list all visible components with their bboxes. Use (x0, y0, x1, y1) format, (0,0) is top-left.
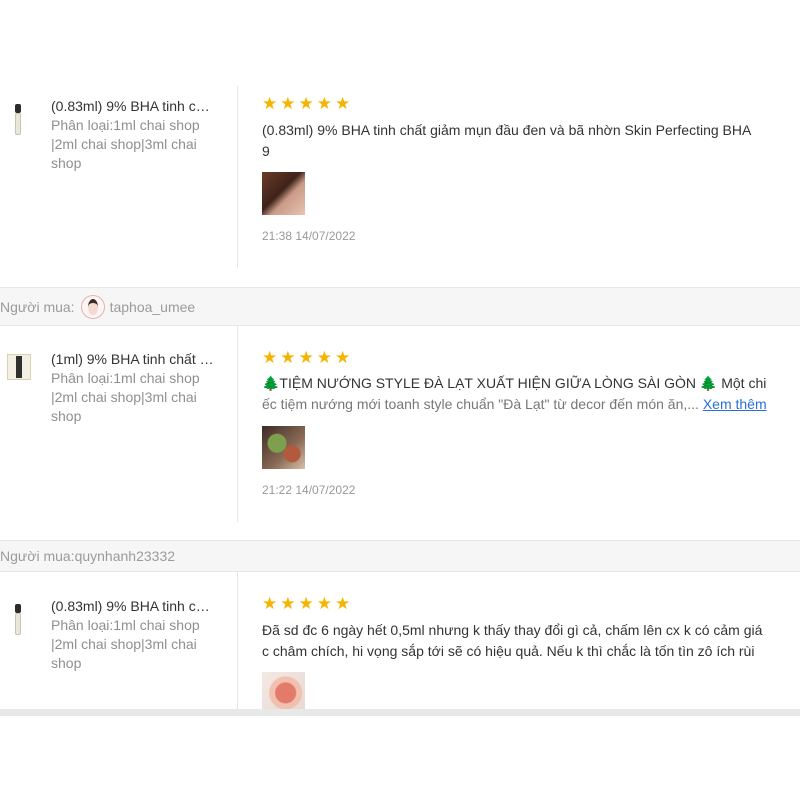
product-variant: Phân loại:1ml chai shop |2ml chai shop|3… (51, 617, 200, 671)
product-info[interactable]: (0.83ml) 9% BHA tinh chất giảm mụn Phân … (51, 597, 221, 673)
buyer-name[interactable]: taphoa_umee (110, 299, 196, 315)
comment-line: Đã sd đc 6 ngày hết 0,5ml nhưng k thấy t… (262, 622, 763, 638)
review-photo[interactable] (262, 426, 305, 469)
review-comment: Đã sd đc 6 ngày hết 0,5ml nhưng k thấy t… (262, 620, 800, 662)
rating-stars: ★★★★★ (262, 94, 354, 113)
comment-line: ếc tiệm nướng mới toanh style chuẩn "Đà … (262, 396, 699, 412)
comment-line: c châm chích, hi vọng sắp tới sẽ có hiệu… (262, 643, 755, 659)
review-timestamp: 21:22 14/07/2022 (262, 483, 356, 497)
product-name: (1ml) 9% BHA tinh chất giảm mụn (51, 351, 216, 367)
product-variant: Phân loại:1ml chai shop |2ml chai shop|3… (51, 370, 200, 424)
avatar[interactable] (80, 295, 105, 319)
see-more-link[interactable]: Xem thêm (703, 396, 767, 412)
product-variant: Phân loại:1ml chai shop |2ml chai shop|3… (51, 117, 200, 171)
rating-stars: ★★★★★ (262, 348, 354, 367)
product-info[interactable]: (0.83ml) 9% BHA tinh chất giảm mụn đầu đ… (51, 97, 221, 173)
bottom-divider (0, 709, 800, 716)
buyer-label: Người mua: (0, 299, 75, 315)
buyer-name[interactable]: quynhanh23332 (75, 548, 175, 564)
review-timestamp: 21:38 14/07/2022 (262, 229, 356, 243)
review-comment: 🌲TIỆM NƯỚNG STYLE ĐÀ LẠT XUẤT HIỆN GIỮA … (262, 373, 800, 415)
product-name: (0.83ml) 9% BHA tinh chất giảm mụn (51, 598, 216, 614)
review-comment: (0.83ml) 9% BHA tinh chất giảm mụn đầu đ… (262, 120, 800, 162)
review-card: (1ml) 9% BHA tinh chất giảm mụn Phân loạ… (0, 325, 800, 522)
buyer-label: Người mua: (0, 548, 75, 564)
comment-line: 🌲TIỆM NƯỚNG STYLE ĐÀ LẠT XUẤT HIỆN GIỮA … (262, 375, 767, 391)
rating-stars: ★★★★★ (262, 594, 354, 613)
product-thumbnail[interactable] (4, 604, 32, 644)
buyer-bar: Người mua: taphoa_umee (0, 287, 800, 326)
buyer-bar: Người mua: quynhanh23332 (0, 540, 800, 571)
comment-line: (0.83ml) 9% BHA tinh chất giảm mụn đầu đ… (262, 122, 752, 138)
review-photo[interactable] (262, 172, 305, 215)
product-thumbnail[interactable] (4, 346, 34, 386)
review-card: (0.83ml) 9% BHA tinh chất giảm mụn đầu đ… (0, 86, 800, 268)
product-thumbnail[interactable] (4, 104, 32, 144)
comment-line: 9 (262, 143, 270, 159)
product-name: (0.83ml) 9% BHA tinh chất giảm mụn đầu đ… (51, 98, 216, 114)
review-photo[interactable] (262, 672, 305, 710)
product-info[interactable]: (1ml) 9% BHA tinh chất giảm mụn Phân loạ… (51, 350, 221, 426)
review-card: (0.83ml) 9% BHA tinh chất giảm mụn Phân … (0, 571, 800, 712)
